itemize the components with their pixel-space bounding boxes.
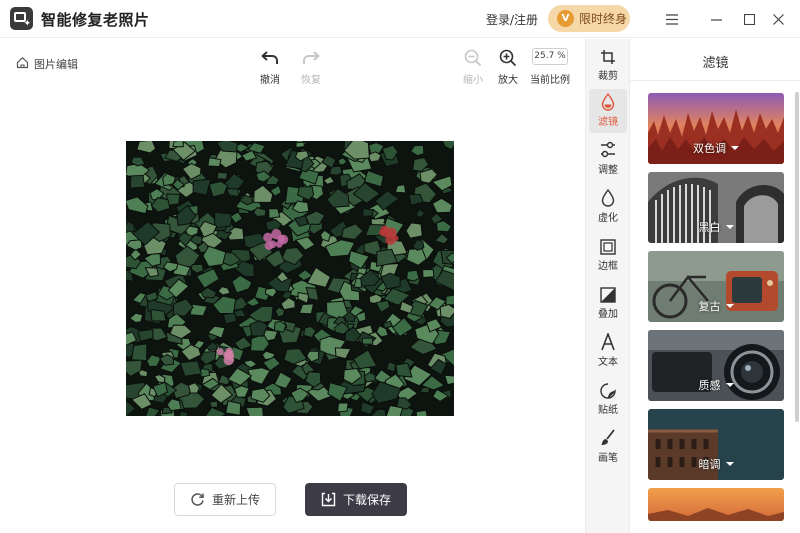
zoom-in-icon [488,48,528,68]
reupload-button[interactable]: 重新上传 [174,483,276,516]
login-register-link[interactable]: 登录/注册 [486,11,538,28]
rail-label-blur: 虚化 [598,213,618,224]
zoom-out-button[interactable]: 缩小 [453,48,493,86]
filter-drop-icon [589,89,627,111]
filter-card-texture[interactable]: 质感 [648,330,784,401]
rail-item-frame[interactable]: 边框 [589,233,627,277]
redo-label: 恢复 [301,75,321,86]
panel-divider [630,80,800,81]
rail-label-sticker: 贴纸 [598,405,618,416]
adjust-icon [589,137,627,159]
rail-item-filter[interactable]: 滤镜 [589,89,627,133]
brush-icon [589,425,627,447]
caret-down-icon [731,146,739,150]
filter-card-retro[interactable]: 复古 [648,251,784,322]
filter-label-dark-tone: 暗调 [698,458,721,471]
sticker-icon [589,377,627,399]
filter-label-retro: 复古 [698,300,721,313]
breadcrumb[interactable]: 图片编辑 [16,56,78,72]
download-icon [321,492,336,507]
text-icon [589,329,627,351]
crop-icon [589,43,627,65]
undo-icon [250,48,290,68]
blur-drop-icon [589,185,627,207]
undo-label: 撤消 [260,75,280,86]
rail-label-filter: 滤镜 [598,117,618,128]
undo-button[interactable]: 撤消 [250,48,290,86]
app-title: 智能修复老照片 [41,11,150,29]
rail-item-sticker[interactable]: 贴纸 [589,377,627,421]
minimize-icon[interactable] [706,9,726,29]
zoom-out-label: 缩小 [463,75,483,86]
overlay-icon [589,281,627,303]
zoom-out-icon [453,48,493,68]
caret-down-icon [725,225,734,229]
zoom-in-label: 放大 [498,75,518,86]
maximize-icon[interactable] [739,9,759,29]
rail-item-overlay[interactable]: 叠加 [589,281,627,325]
rail-label-adjust: 调整 [598,165,618,176]
filter-label-black-white: 黑白 [698,221,721,234]
filter-card-dark-tone[interactable]: 暗调 [648,409,784,480]
refresh-icon [190,492,205,507]
editor-canvas: 重新上传 下载保存 [0,91,585,533]
zoom-in-button[interactable]: 放大 [488,48,528,86]
rail-item-blur[interactable]: 虚化 [589,185,627,229]
vip-lifetime-button[interactable]: V 限时终身 [548,5,630,32]
frame-icon [589,233,627,255]
rail-label-crop: 裁剪 [598,71,618,82]
filter-card-sunset[interactable] [648,488,784,521]
rail-label-overlay: 叠加 [598,309,618,320]
caret-down-icon [725,304,734,308]
rail-item-brush[interactable]: 画笔 [589,425,627,469]
menu-icon[interactable] [662,9,682,29]
reupload-label: 重新上传 [211,493,260,507]
rail-label-text: 文本 [598,357,618,368]
caret-down-icon [725,462,734,466]
filter-label-duotone: 双色调 [693,142,726,155]
rail-item-crop[interactable]: 裁剪 [589,43,627,87]
rail-label-brush: 画笔 [598,453,618,464]
vip-badge-icon: V [557,10,574,27]
edited-photo[interactable] [126,141,454,416]
redo-icon [291,48,331,68]
close-icon[interactable] [768,9,788,29]
download-save-button[interactable]: 下载保存 [305,483,407,516]
breadcrumb-label: 图片编辑 [34,58,78,71]
redo-button[interactable]: 恢复 [291,48,331,86]
filter-card-black-white[interactable]: 黑白 [648,172,784,243]
editor-toolbar: 图片编辑 撤消 恢复 缩小 放大 25.7 % 当前比例 [0,39,585,91]
app-logo-icon: ✦ [10,7,33,30]
caret-down-icon [725,383,734,387]
filter-panel: 滤镜 双色调 黑白 复古 质感 暗调 [629,39,800,533]
vip-label: 限时终身 [579,12,628,26]
rail-item-adjust[interactable]: 调整 [589,137,627,181]
title-bar: ✦ 智能修复老照片 登录/注册 V 限时终身 [0,0,800,38]
filter-card-duotone[interactable]: 双色调 [648,93,784,164]
rail-label-frame: 边框 [598,261,618,272]
tool-rail: 裁剪 滤镜 调整 虚化 边框 叠加 文本 贴纸 画笔 [585,39,629,533]
download-save-label: 下载保存 [342,493,391,507]
zoom-value-field[interactable]: 25.7 % [532,48,568,65]
rail-item-text[interactable]: 文本 [589,329,627,373]
panel-title: 滤镜 [702,56,729,71]
zoom-ratio-label: 当前比例 [530,75,570,86]
panel-scrollbar[interactable] [795,92,799,422]
filter-label-texture: 质感 [698,379,721,392]
home-icon [16,56,29,72]
